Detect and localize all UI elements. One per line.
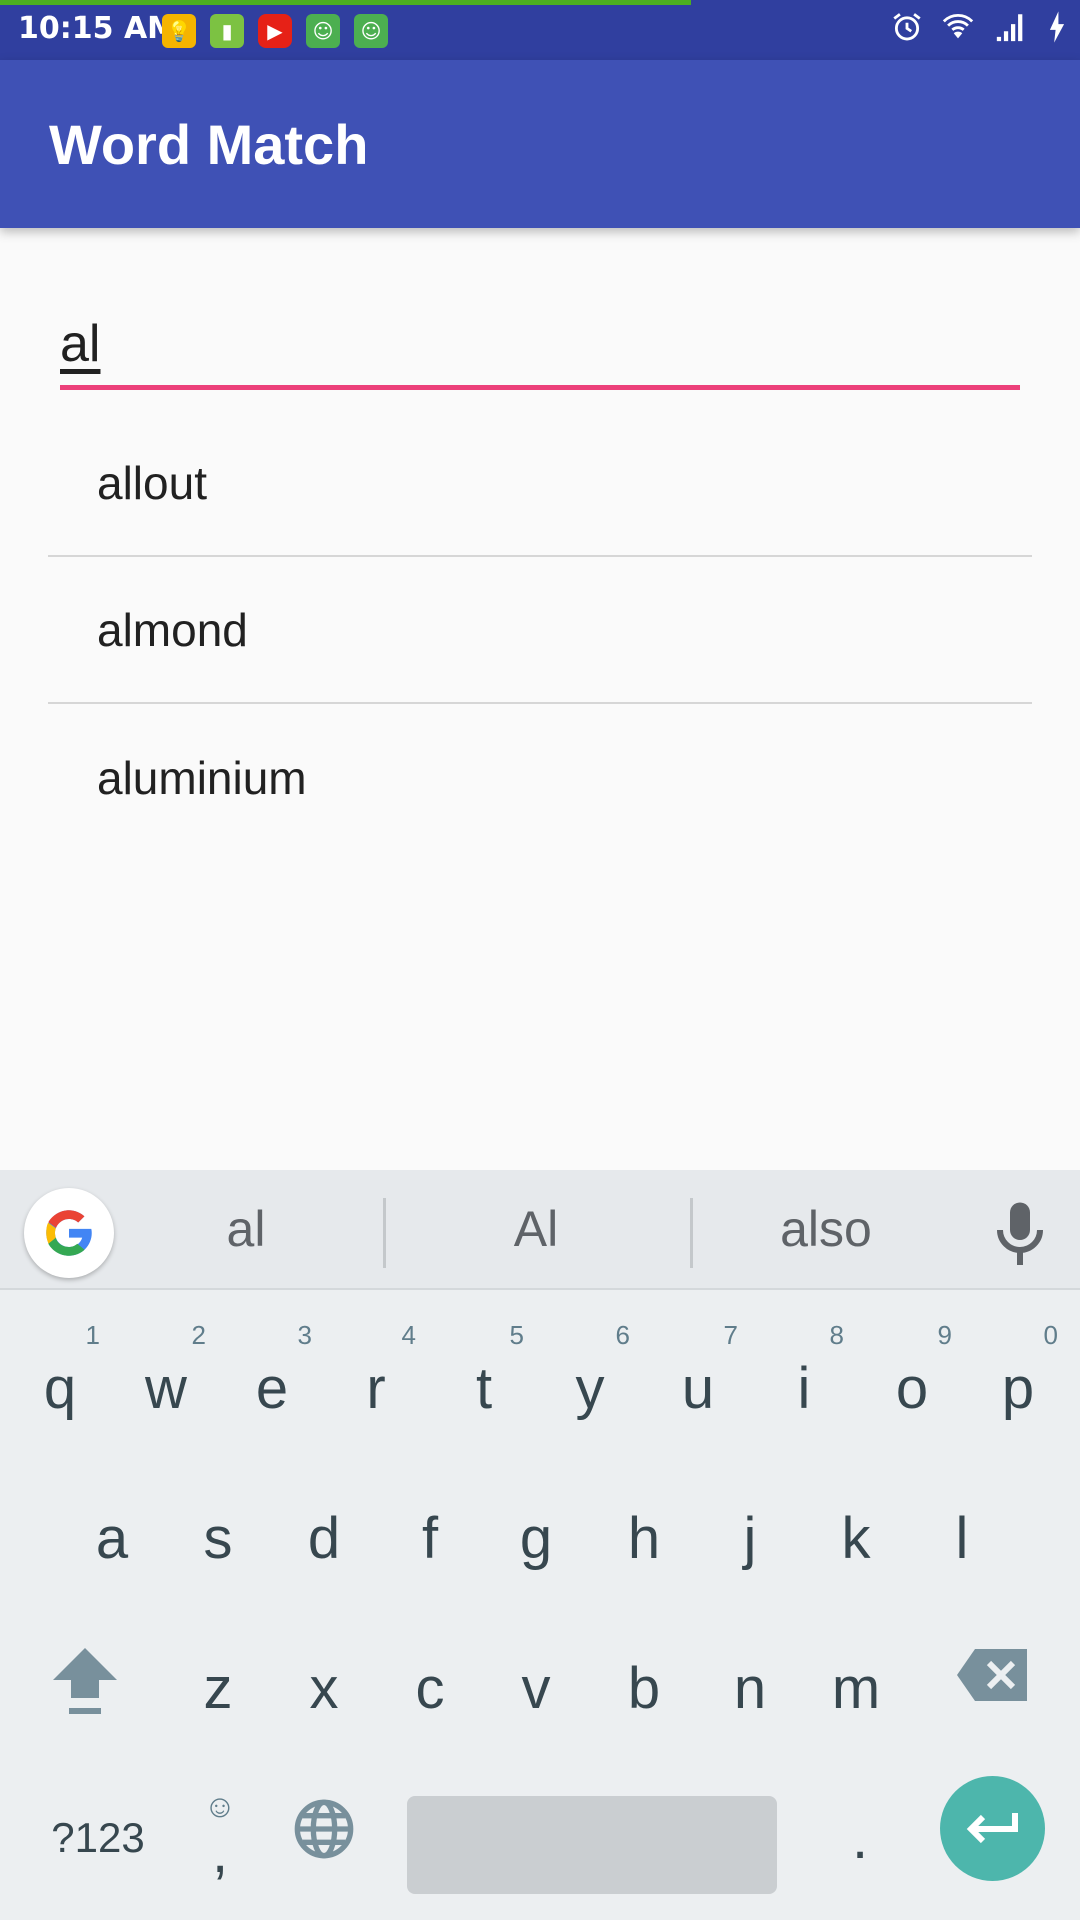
word-input-container [60, 300, 1020, 392]
key-f[interactable]: f [382, 1470, 478, 1590]
key-k[interactable]: k [808, 1470, 904, 1590]
android-icon: ☺ [354, 14, 388, 48]
globe-icon[interactable] [292, 1797, 356, 1861]
key-number-hint: 0 [1043, 1320, 1058, 1350]
key-h[interactable]: h [596, 1470, 692, 1590]
key-t[interactable]: 5t [436, 1320, 532, 1440]
match-results-list: allout almond aluminium [48, 410, 1032, 851]
list-item[interactable]: almond [48, 557, 1032, 704]
key-number-hint: 1 [85, 1320, 100, 1350]
suggestion-item[interactable]: Al [436, 1200, 636, 1258]
key-c[interactable]: c [382, 1620, 478, 1740]
key-number-hint: 7 [723, 1320, 738, 1350]
key-a[interactable]: a [64, 1470, 160, 1590]
suggestion-divider [383, 1198, 386, 1268]
key-s[interactable]: s [170, 1470, 266, 1590]
charging-icon [1049, 11, 1065, 43]
key-number-hint: 5 [509, 1320, 524, 1350]
period-key[interactable]: . [812, 1770, 908, 1890]
soft-keyboard: al Al also ?123 ☺ , . 1q2w3e4r5t6 y 7 u … [0, 1170, 1080, 1920]
key-y[interactable]: 6y [542, 1320, 638, 1440]
lightbulb-icon: 💡 [162, 14, 196, 48]
list-item[interactable]: aluminium [48, 704, 1032, 851]
list-item[interactable]: allout [48, 410, 1032, 557]
key-number-hint: 8 [829, 1320, 844, 1350]
android-icon: ☺ [306, 14, 340, 48]
enter-icon [966, 1812, 1018, 1843]
key-number-hint: 3 [297, 1320, 312, 1350]
alarm-icon [893, 13, 921, 41]
status-time: 10:15 AM [18, 11, 178, 46]
key-q[interactable]: 1q [12, 1320, 108, 1440]
key-x[interactable]: x [276, 1620, 372, 1740]
key-b[interactable]: b [596, 1620, 692, 1740]
suggestion-item[interactable]: al [146, 1200, 346, 1258]
google-icon[interactable] [24, 1188, 114, 1278]
key-g[interactable]: g [488, 1470, 584, 1590]
key-m[interactable]: m [808, 1620, 904, 1740]
symbols-key[interactable]: ?123 [38, 1770, 158, 1890]
key-z[interactable]: z [170, 1620, 266, 1740]
wifi-icon [942, 14, 974, 39]
app-bar: Word Match [0, 60, 1080, 228]
status-bar: 10:15 AM 💡 ▮ ▶ ☺ ☺ [0, 0, 1080, 60]
key-l[interactable]: l [914, 1470, 1010, 1590]
key-w[interactable]: 2w [118, 1320, 214, 1440]
key-n[interactable]: n [702, 1620, 798, 1740]
key-number-hint: 2 [191, 1320, 206, 1350]
shift-icon[interactable] [45, 1640, 125, 1720]
signal-icon [996, 14, 1023, 42]
input-underline [60, 385, 1020, 390]
battery-app-icon: ▮ [210, 14, 244, 48]
enter-key[interactable] [940, 1776, 1045, 1881]
suggestion-strip: al Al also [0, 1170, 1080, 1290]
key-v[interactable]: v [488, 1620, 584, 1740]
key-e[interactable]: 3e [224, 1320, 320, 1440]
loading-progress-bar [0, 0, 692, 5]
key-number-hint: 6 [615, 1320, 630, 1350]
word-input[interactable] [60, 300, 1020, 388]
emoji-comma-key[interactable]: ☺ , [172, 1770, 268, 1890]
key-p[interactable]: 0p [970, 1320, 1066, 1440]
suggestion-item[interactable]: also [726, 1200, 926, 1258]
backspace-icon[interactable] [955, 1645, 1031, 1705]
youtube-icon: ▶ [258, 14, 292, 48]
key-i[interactable]: 8i [756, 1320, 852, 1440]
key-d[interactable]: d [276, 1470, 372, 1590]
key-j[interactable]: j [702, 1470, 798, 1590]
key-number-hint: 4 [401, 1320, 416, 1350]
key-r[interactable]: 4r [328, 1320, 424, 1440]
microphone-icon[interactable] [990, 1200, 1050, 1270]
key-number-hint: 9 [937, 1320, 952, 1350]
key-o[interactable]: 9o [864, 1320, 960, 1440]
app-title: Word Match [49, 113, 369, 176]
space-bar[interactable] [407, 1796, 777, 1894]
suggestion-divider [690, 1198, 693, 1268]
key-u[interactable]: 7u [650, 1320, 746, 1440]
